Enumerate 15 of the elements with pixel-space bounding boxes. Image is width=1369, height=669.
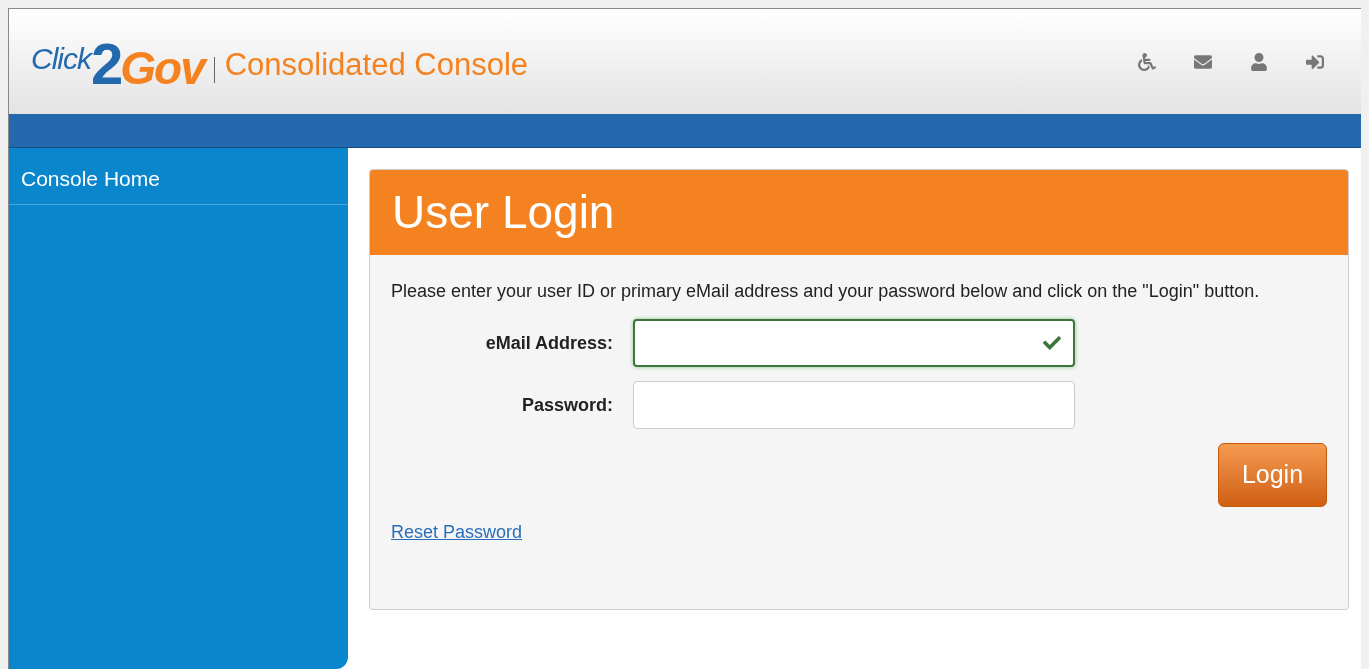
login-icon[interactable] [1305,52,1325,71]
input-field[interactable] [633,319,1075,367]
app-title: Consolidated Console [224,46,529,84]
card-title: User Login [392,185,615,240]
mail-icon[interactable] [1193,52,1213,71]
check-icon [1043,334,1061,352]
logo-text: Click [31,40,91,77]
user-icon[interactable] [1249,52,1269,71]
login-button[interactable]: Login [1218,443,1327,507]
field-label: Password: [520,393,613,417]
reset-password-link[interactable]: Reset Password [391,519,523,546]
field-label: eMail Address: [484,331,613,355]
instructions-text: Please enter your user ID or primary eMail address and your password below and click on the "Login" button. [391,280,1261,303]
accessibility-icon[interactable] [1137,52,1157,71]
sidebar-item[interactable]: Console Home [9,148,348,205]
